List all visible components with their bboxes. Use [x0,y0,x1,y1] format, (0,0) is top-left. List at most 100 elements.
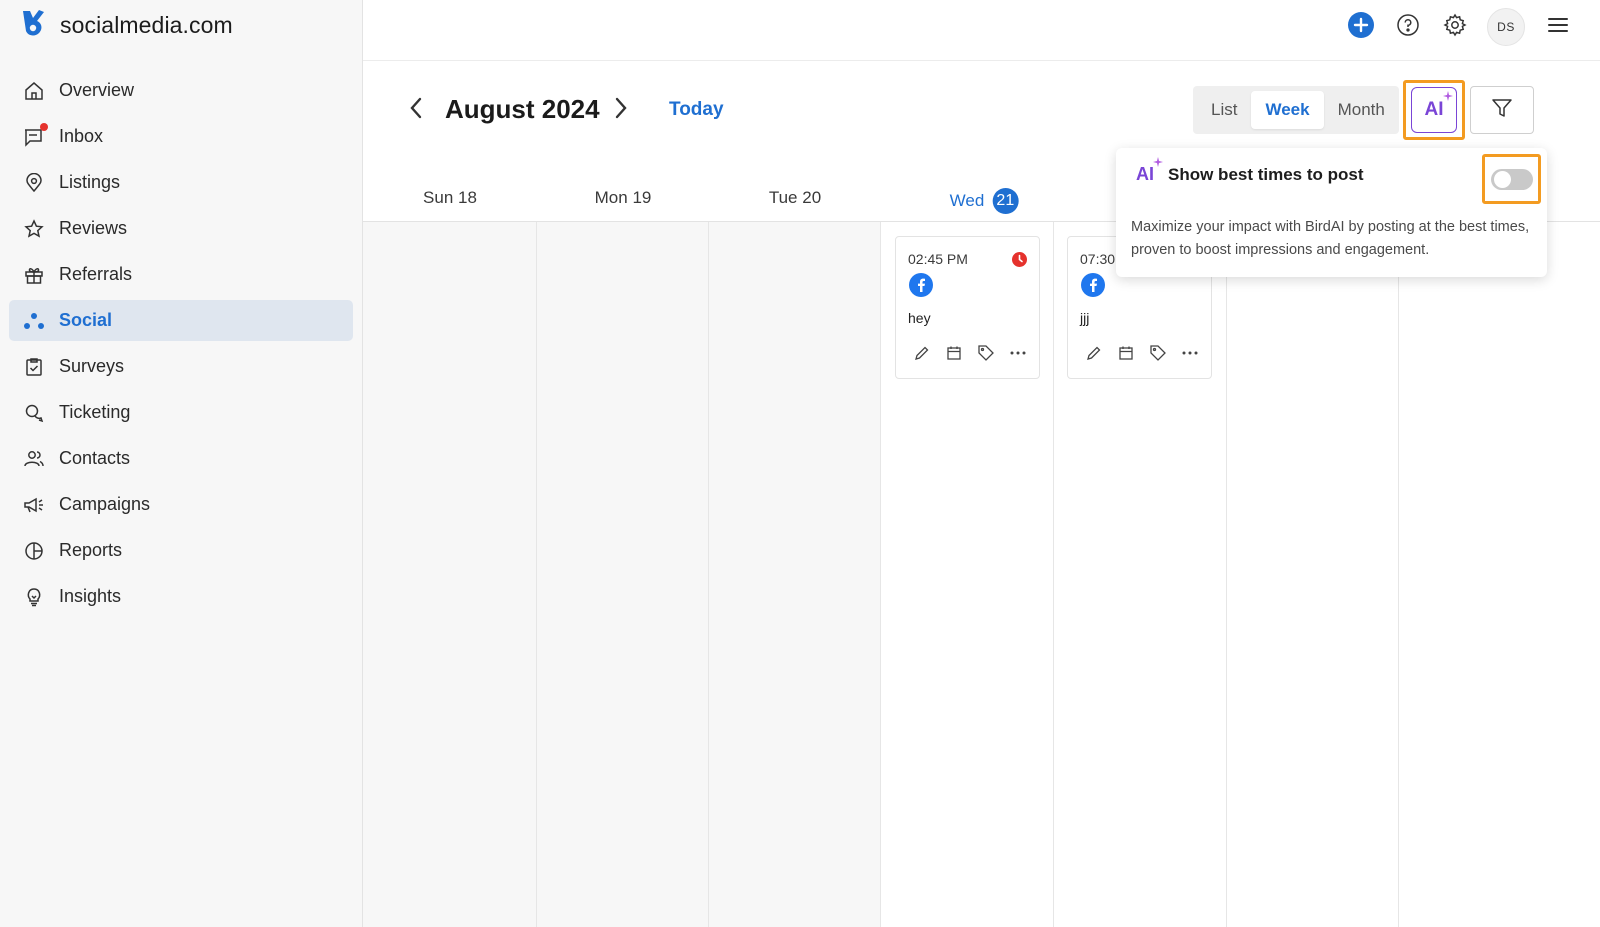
view-month-tab[interactable]: Month [1324,91,1399,129]
sidebar-item-label: Reviews [59,218,128,238]
sidebar-item-label: Referrals [59,264,133,284]
post-card[interactable]: 02:45 PM hey [895,236,1040,379]
post-text: jjj [1080,310,1090,326]
pie-chart-icon [23,540,45,562]
sidebar: socialmedia.com Overview Inbox Listings … [0,0,363,927]
megaphone-icon [23,494,45,516]
sidebar-item-campaigns[interactable]: Campaigns [9,484,353,525]
today-button[interactable]: Today [669,99,724,121]
create-button[interactable] [1346,11,1375,44]
edit-icon[interactable] [912,343,932,363]
toggle-track [1490,168,1533,190]
help-icon [1396,13,1420,42]
month-title: August 2024 [445,94,600,124]
view-week-tab[interactable]: Week [1251,91,1324,129]
day-header-label: Wed [949,191,985,210]
sidebar-item-label: Overview [59,80,135,100]
chat-bubbles-icon [23,402,45,424]
sidebar-item-reports[interactable]: Reports [9,530,353,571]
day-header-tue[interactable]: Tue 20 [769,188,821,208]
sidebar-item-referrals[interactable]: Referrals [9,254,353,295]
chevron-right-icon [614,97,628,124]
tag-icon[interactable] [976,343,996,363]
home-icon [23,80,45,102]
post-time: 02:45 PM [908,251,968,267]
brand-name: socialmedia.com [60,11,233,38]
sidebar-item-surveys[interactable]: Surveys [9,346,353,387]
sidebar-item-label: Reports [59,540,123,560]
plus-circle-icon [1347,11,1375,44]
tag-icon[interactable] [1148,343,1168,363]
sidebar-item-reviews[interactable]: Reviews [9,208,353,249]
social-dots-icon [23,310,45,332]
day-column[interactable] [709,222,881,927]
today-date-badge: 21 [992,188,1019,214]
gear-icon [1442,13,1467,42]
popover-header: AI Show best times to post [1136,157,1364,185]
chevron-left-icon [409,97,423,124]
clipboard-check-icon [23,356,45,378]
lightbulb-icon [23,586,45,608]
popover-title: Show best times to post [1168,164,1364,184]
day-header-sun[interactable]: Sun 18 [423,188,477,208]
edit-icon[interactable] [1084,343,1104,363]
calendar-header: August 2024 Today List Week Month AI [363,62,1600,158]
more-options-icon[interactable] [1008,343,1028,363]
brand[interactable]: socialmedia.com [20,9,233,42]
ai-button[interactable]: AI [1403,80,1465,140]
ai-button-label: AI [1424,99,1444,120]
ai-button-inner: AI [1411,87,1457,133]
day-header-label: Tue 20 [768,188,822,207]
sidebar-item-label: Campaigns [59,494,151,514]
sidebar-item-label: Insights [59,586,122,606]
avatar[interactable]: DS [1487,8,1525,46]
post-actions [1084,343,1200,363]
day-column[interactable] [537,222,709,927]
day-header-wed[interactable]: Wed 21 [950,188,1019,214]
day-column[interactable] [1399,222,1600,927]
prev-week-button[interactable] [404,96,428,124]
people-icon [23,448,45,470]
facebook-icon [909,273,933,297]
filter-icon [1491,97,1513,124]
post-text: hey [908,310,931,326]
calendar-icon[interactable] [944,343,964,363]
post-actions [912,343,1028,363]
star-icon [23,218,45,240]
ai-sparkle-icon: AI [1136,157,1163,185]
sidebar-item-social[interactable]: Social [9,300,353,341]
sidebar-item-label: Ticketing [59,402,131,422]
menu-icon [1547,16,1569,39]
sidebar-item-insights[interactable]: Insights [9,576,353,617]
toggle-knob [1493,170,1511,188]
ai-sparkle-icon: AI [1424,91,1453,121]
next-week-button[interactable] [609,96,633,124]
sidebar-item-contacts[interactable]: Contacts [9,438,353,479]
sidebar-item-label: Listings [59,172,121,192]
view-switcher: List Week Month [1193,86,1399,134]
view-list-tab[interactable]: List [1197,91,1251,129]
day-column[interactable] [363,222,537,927]
settings-button[interactable] [1440,13,1469,42]
day-column[interactable] [1227,222,1399,927]
day-header-mon[interactable]: Mon 19 [595,188,652,208]
best-times-toggle[interactable] [1482,154,1541,204]
filter-button[interactable] [1470,86,1534,134]
help-button[interactable] [1393,13,1422,42]
calendar-icon[interactable] [1116,343,1136,363]
more-options-icon[interactable] [1180,343,1200,363]
brand-logo-icon [20,9,46,42]
sidebar-item-ticketing[interactable]: Ticketing [9,392,353,433]
location-pin-icon [23,172,45,194]
topbar-actions: DS [1346,8,1572,46]
popover-description: Maximize your impact with BirdAI by post… [1131,219,1530,258]
sidebar-item-overview[interactable]: Overview [9,70,353,111]
sidebar-item-listings[interactable]: Listings [9,162,353,203]
menu-button[interactable] [1543,13,1572,42]
inbox-icon [23,122,48,148]
sidebar-item-inbox[interactable]: Inbox [9,116,353,157]
sidebar-item-label: Inbox [59,126,104,146]
day-header-label: Sun 18 [423,188,477,207]
topbar: DS [363,0,1600,61]
sidebar-item-label: Surveys [59,356,125,376]
